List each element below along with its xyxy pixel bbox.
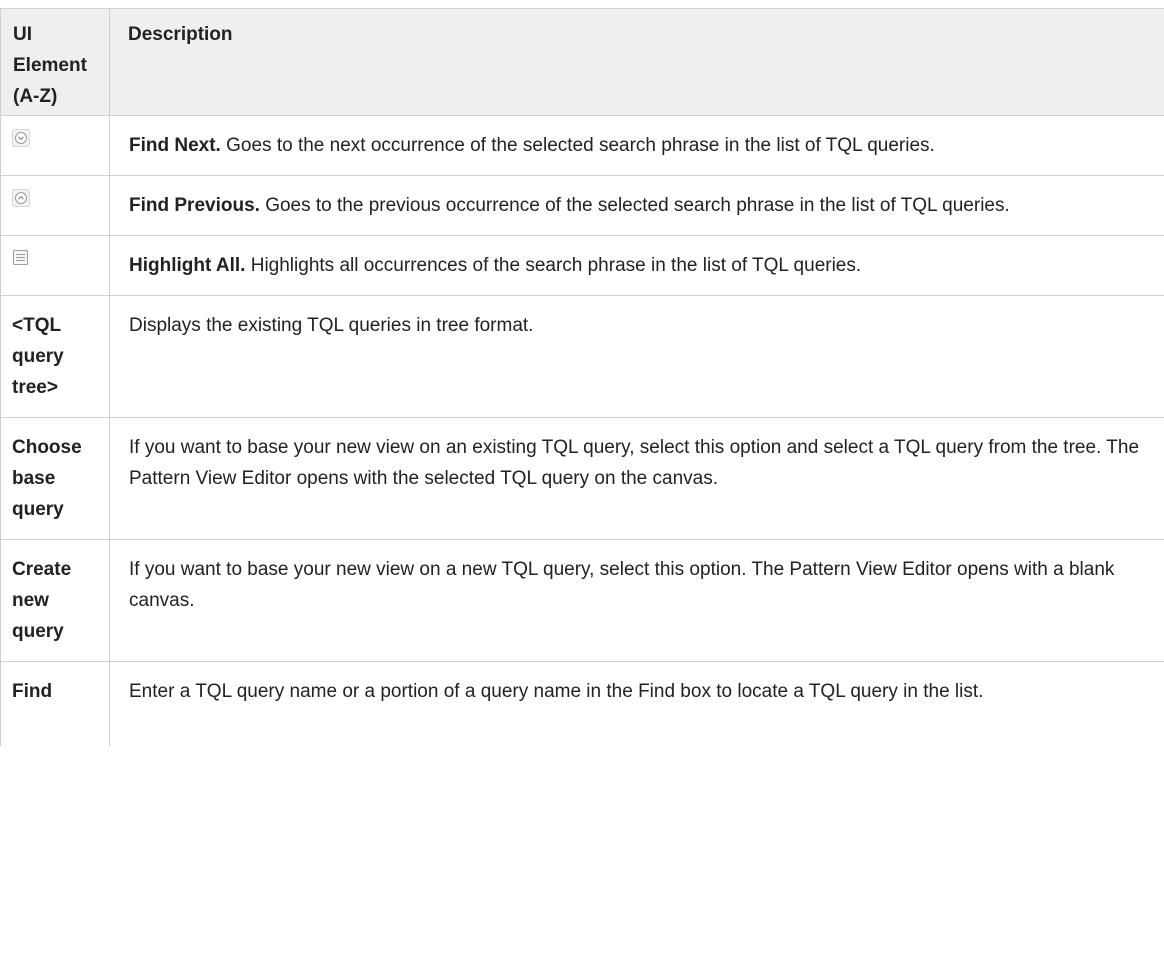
highlight-all-icon [13,250,28,265]
table-header-row: UI Element (A-Z) Description [0,8,1164,116]
ui-elements-table: UI Element (A-Z) Description Find Next. … [0,8,1164,746]
description-text: Goes to the next occurrence of the selec… [220,135,935,156]
table-row: Create new query If you want to base you… [0,539,1164,662]
table-row: Choose base query If you want to base yo… [0,417,1164,540]
table-row: Find Next. Goes to the next occurrence o… [0,115,1164,176]
find-previous-icon [12,189,30,207]
row-description: Displays the existing TQL queries in tre… [109,295,1164,418]
term-find-previous: Find Previous. [129,195,260,216]
find-next-icon [12,129,30,147]
row-description: Find Previous. Goes to the previous occu… [109,175,1164,236]
table-row: <TQL query tree> Displays the existing T… [0,295,1164,418]
row-description: If you want to base your new view on a n… [109,539,1164,662]
description-text: Highlights all occurrences of the search… [245,255,862,276]
term-highlight-all: Highlight All. [129,255,246,276]
row-description: Find Next. Goes to the next occurrence o… [109,115,1164,176]
row-description: If you want to base your new view on an … [109,417,1164,540]
header-ui-element: UI Element (A-Z) [0,8,110,116]
row-element-name: Choose base query [0,417,110,540]
row-description: Enter a TQL query name or a portion of a… [109,661,1164,746]
description-text: Goes to the previous occurrence of the s… [259,195,1010,216]
row-element-name: Find [0,661,110,746]
row-description: Highlight All. Highlights all occurrence… [109,235,1164,296]
row-element-cell [0,115,110,176]
row-element-cell [0,235,110,296]
term-find-next: Find Next. [129,135,221,156]
table-row: Find Enter a TQL query name or a portion… [0,661,1164,746]
header-description: Description [109,8,1164,116]
row-element-name: <TQL query tree> [0,295,110,418]
row-element-name: Create new query [0,539,110,662]
table-row: Highlight All. Highlights all occurrence… [0,235,1164,296]
table-row: Find Previous. Goes to the previous occu… [0,175,1164,236]
row-element-cell [0,175,110,236]
